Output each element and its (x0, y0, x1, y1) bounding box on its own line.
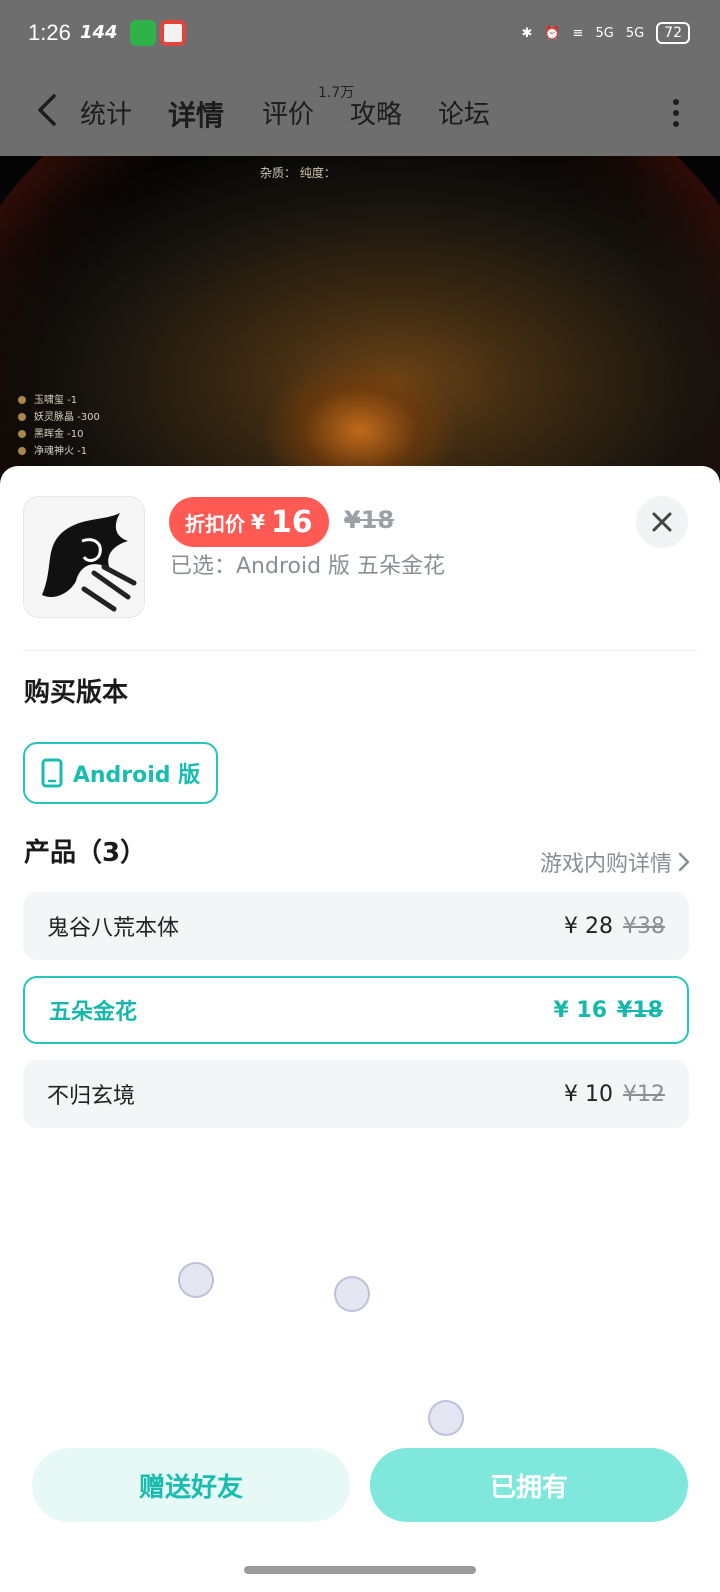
product-prices: ¥ 10 ¥12 (564, 1082, 665, 1107)
legend-item: 黑晖金 -10 (18, 426, 100, 443)
divider (23, 650, 697, 651)
legend-item: 玉啸玺 -1 (18, 392, 100, 409)
game-top-stats: 杂质： 纯度： (260, 166, 336, 180)
product-prices: ¥ 28 ¥38 (564, 914, 665, 939)
touch-indicator (178, 1262, 214, 1298)
wechat-notification-icon (130, 20, 156, 46)
status-indicators: ✱ ⏰ ≡ 5G 5G 72 (521, 22, 690, 44)
tab-reviews[interactable]: 评价 (262, 94, 314, 131)
tab-details[interactable]: 详情 (168, 94, 225, 136)
purchase-sheet: 折扣价 ¥ 16 ¥18 已选：Android 版 五朵金花 购买版本 Andr… (0, 466, 720, 1592)
discount-price: 16 (270, 504, 313, 540)
network-type-1: 5G (595, 25, 614, 41)
network-type-2: 5G (625, 25, 645, 41)
gift-to-friend-button[interactable]: 赠送好友 (32, 1448, 350, 1522)
back-icon[interactable] (30, 90, 70, 130)
close-icon (652, 512, 672, 532)
product-old-price: ¥38 (623, 913, 665, 939)
products-section-title: 产品（3） (24, 838, 147, 868)
original-price: ¥18 (344, 506, 395, 534)
refresh-rate: 144 (80, 22, 118, 43)
tab-guides[interactable]: 攻略 (350, 94, 402, 131)
tab-details-label: 详情 (168, 99, 225, 132)
game-fire-glow (260, 356, 460, 476)
close-button[interactable] (636, 496, 688, 548)
status-time: 1:26 (28, 20, 71, 45)
bluetooth-icon: ✱ (521, 25, 533, 41)
discount-price-pill: 折扣价 ¥ 16 (169, 497, 329, 547)
discount-label: 折扣价 (185, 511, 245, 536)
product-price: ¥ 16 (553, 997, 608, 1023)
product-name: 鬼谷八荒本体 (47, 916, 180, 941)
alarm-icon: ⏰ (544, 25, 561, 41)
selected-summary: 已选：Android 版 五朵金花 (170, 554, 446, 579)
chevron-right-icon (678, 852, 690, 872)
version-option-label: Android 版 (72, 763, 201, 788)
owned-button[interactable]: 已拥有 (370, 1448, 688, 1522)
more-icon[interactable] (672, 98, 680, 128)
product-row[interactable]: 不归玄境 ¥ 10 ¥12 (23, 1060, 689, 1128)
iap-detail-link[interactable]: 游戏内购详情 (540, 846, 690, 878)
product-old-price: ¥18 (617, 997, 663, 1023)
iap-detail-label: 游戏内购详情 (539, 852, 672, 877)
battery-icon: 72 (656, 22, 690, 44)
game-screenshot[interactable]: 杂质： 纯度： 玉啸玺 -1 妖灵脉晶 -300 黑晖金 -10 净魂神火 -1 (0, 156, 720, 476)
tab-forum[interactable]: 论坛 (438, 94, 490, 131)
legend-item: 净魂神火 -1 (18, 443, 100, 460)
touch-indicator (428, 1400, 464, 1436)
home-indicator[interactable] (244, 1566, 476, 1574)
tab-stats[interactable]: 统计 (80, 94, 132, 131)
game-legend: 玉啸玺 -1 妖灵脉晶 -300 黑晖金 -10 净魂神火 -1 (18, 392, 100, 460)
version-section-title: 购买版本 (24, 678, 129, 708)
top-nav: 统计 详情 评价 1.7万 攻略 论坛 (0, 68, 720, 156)
product-name: 不归玄境 (47, 1084, 136, 1109)
product-price: ¥ 10 (564, 1081, 613, 1107)
product-row-selected[interactable]: 五朵金花 ¥ 16 ¥18 (23, 976, 689, 1044)
product-price: ¥ 28 (564, 913, 613, 939)
product-name: 五朵金花 (49, 1000, 138, 1025)
review-count-badge: 1.7万 (318, 85, 355, 101)
product-row[interactable]: 鬼谷八荒本体 ¥ 28 ¥38 (23, 892, 689, 960)
currency-symbol: ¥ (251, 510, 265, 534)
status-bar: 1:26 144 ✱ ⏰ ≡ 5G 5G 72 (0, 0, 720, 68)
version-option-android[interactable]: Android 版 (23, 742, 218, 804)
app-notification-icon (160, 20, 186, 46)
dragon-logo-icon (24, 497, 144, 617)
phone-icon (41, 758, 63, 788)
touch-indicator (334, 1276, 370, 1312)
game-icon (23, 496, 145, 618)
product-old-price: ¥12 (623, 1081, 665, 1107)
product-prices: ¥ 16 ¥18 (553, 998, 663, 1023)
legend-item: 妖灵脉晶 -300 (18, 409, 100, 426)
wifi-icon: ≡ (572, 25, 584, 41)
